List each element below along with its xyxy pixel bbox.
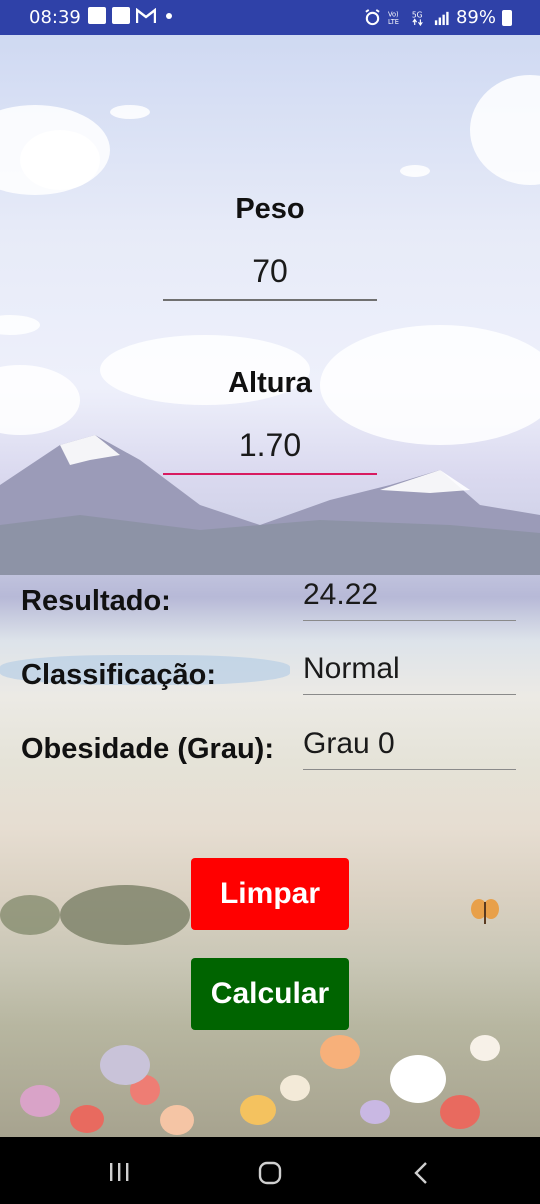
status-bar: 08:39 Vo) LTE 5G 89% — [0, 0, 540, 35]
battery-percentage: 89% — [455, 7, 496, 28]
obesidade-grau-label: Obesidade (Grau): — [21, 733, 274, 765]
battery-icon — [502, 9, 512, 26]
resultado-label: Resultado: — [21, 585, 171, 617]
obesidade-grau-value: Grau 0 — [303, 727, 516, 770]
peso-input[interactable]: 70 — [163, 253, 377, 301]
svg-text:5G: 5G — [412, 11, 423, 20]
checkbox-icon — [112, 7, 130, 24]
classificacao-value: Normal — [303, 652, 516, 695]
recent-apps-icon[interactable] — [108, 1161, 130, 1183]
signal-icon — [434, 11, 449, 26]
volte-icon: Vo)LTE — [388, 11, 399, 26]
5g-icon: 5G — [412, 11, 423, 26]
status-time: 08:39 — [29, 7, 81, 28]
resultado-value: 24.22 — [303, 578, 516, 621]
back-icon[interactable] — [412, 1161, 430, 1185]
gmail-icon — [136, 7, 156, 23]
svg-text:LTE: LTE — [388, 18, 399, 26]
alarm-icon — [365, 9, 380, 26]
more-notifications-icon — [166, 12, 172, 19]
system-icons: Vo) LTE 5G 89% — [364, 7, 512, 28]
home-icon[interactable] — [258, 1161, 282, 1185]
altura-label: Altura — [228, 367, 312, 399]
app-screen: Peso 70 Altura 1.70 Resultado: 24.22 Cla… — [0, 35, 540, 1137]
peso-label: Peso — [235, 193, 305, 225]
image-icon — [88, 7, 106, 24]
navigation-bar — [0, 1137, 540, 1204]
calcular-button[interactable]: Calcular — [191, 958, 349, 1030]
notification-icons — [88, 7, 172, 24]
altura-input[interactable]: 1.70 — [163, 427, 377, 475]
butterfly-icon — [471, 899, 499, 924]
classificacao-label: Classificação: — [21, 659, 217, 691]
limpar-button[interactable]: Limpar — [191, 858, 349, 930]
